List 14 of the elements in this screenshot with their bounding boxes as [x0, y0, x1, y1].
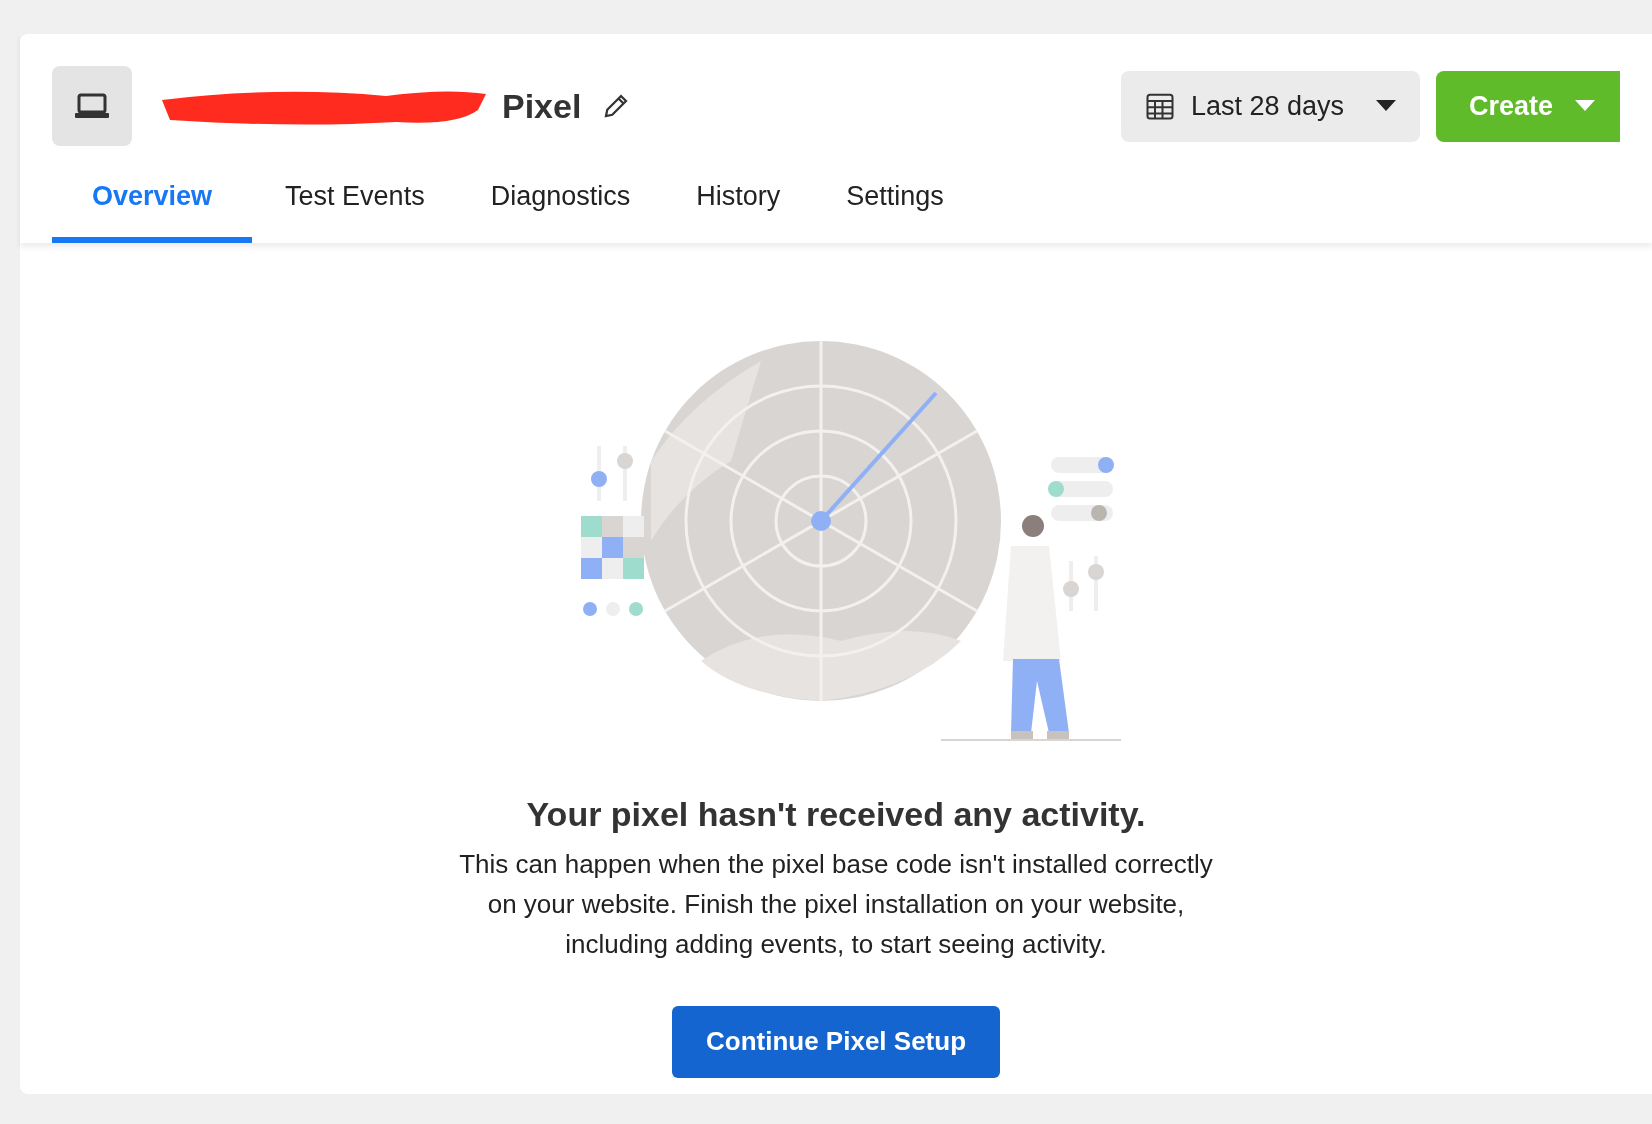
laptop-icon — [75, 93, 109, 119]
caret-icon — [1575, 100, 1596, 112]
tab[interactable]: History — [663, 164, 814, 243]
tab[interactable]: Test Events — [252, 164, 458, 243]
tab[interactable]: Diagnostics — [457, 164, 664, 243]
tab[interactable]: Overview — [52, 164, 253, 243]
empty-state-description: This can happen when the pixel base code isn't installed correctly on your website. Finish the pixel installation on your website, including adding events, to start seeing activity. — [458, 847, 1214, 961]
calendar-icon — [1144, 91, 1175, 121]
caret-icon — [1376, 100, 1396, 112]
tab[interactable]: Settings — [813, 164, 977, 243]
continue-setup-button[interactable]: Continue Pixel Setup — [672, 1005, 1000, 1078]
empty-state-heading: Your pixel hasn't received any activity. — [526, 793, 1146, 835]
date-range-dropdown[interactable]: Last 28 days — [1120, 70, 1420, 142]
pixel-title: Pixel — [502, 85, 582, 127]
